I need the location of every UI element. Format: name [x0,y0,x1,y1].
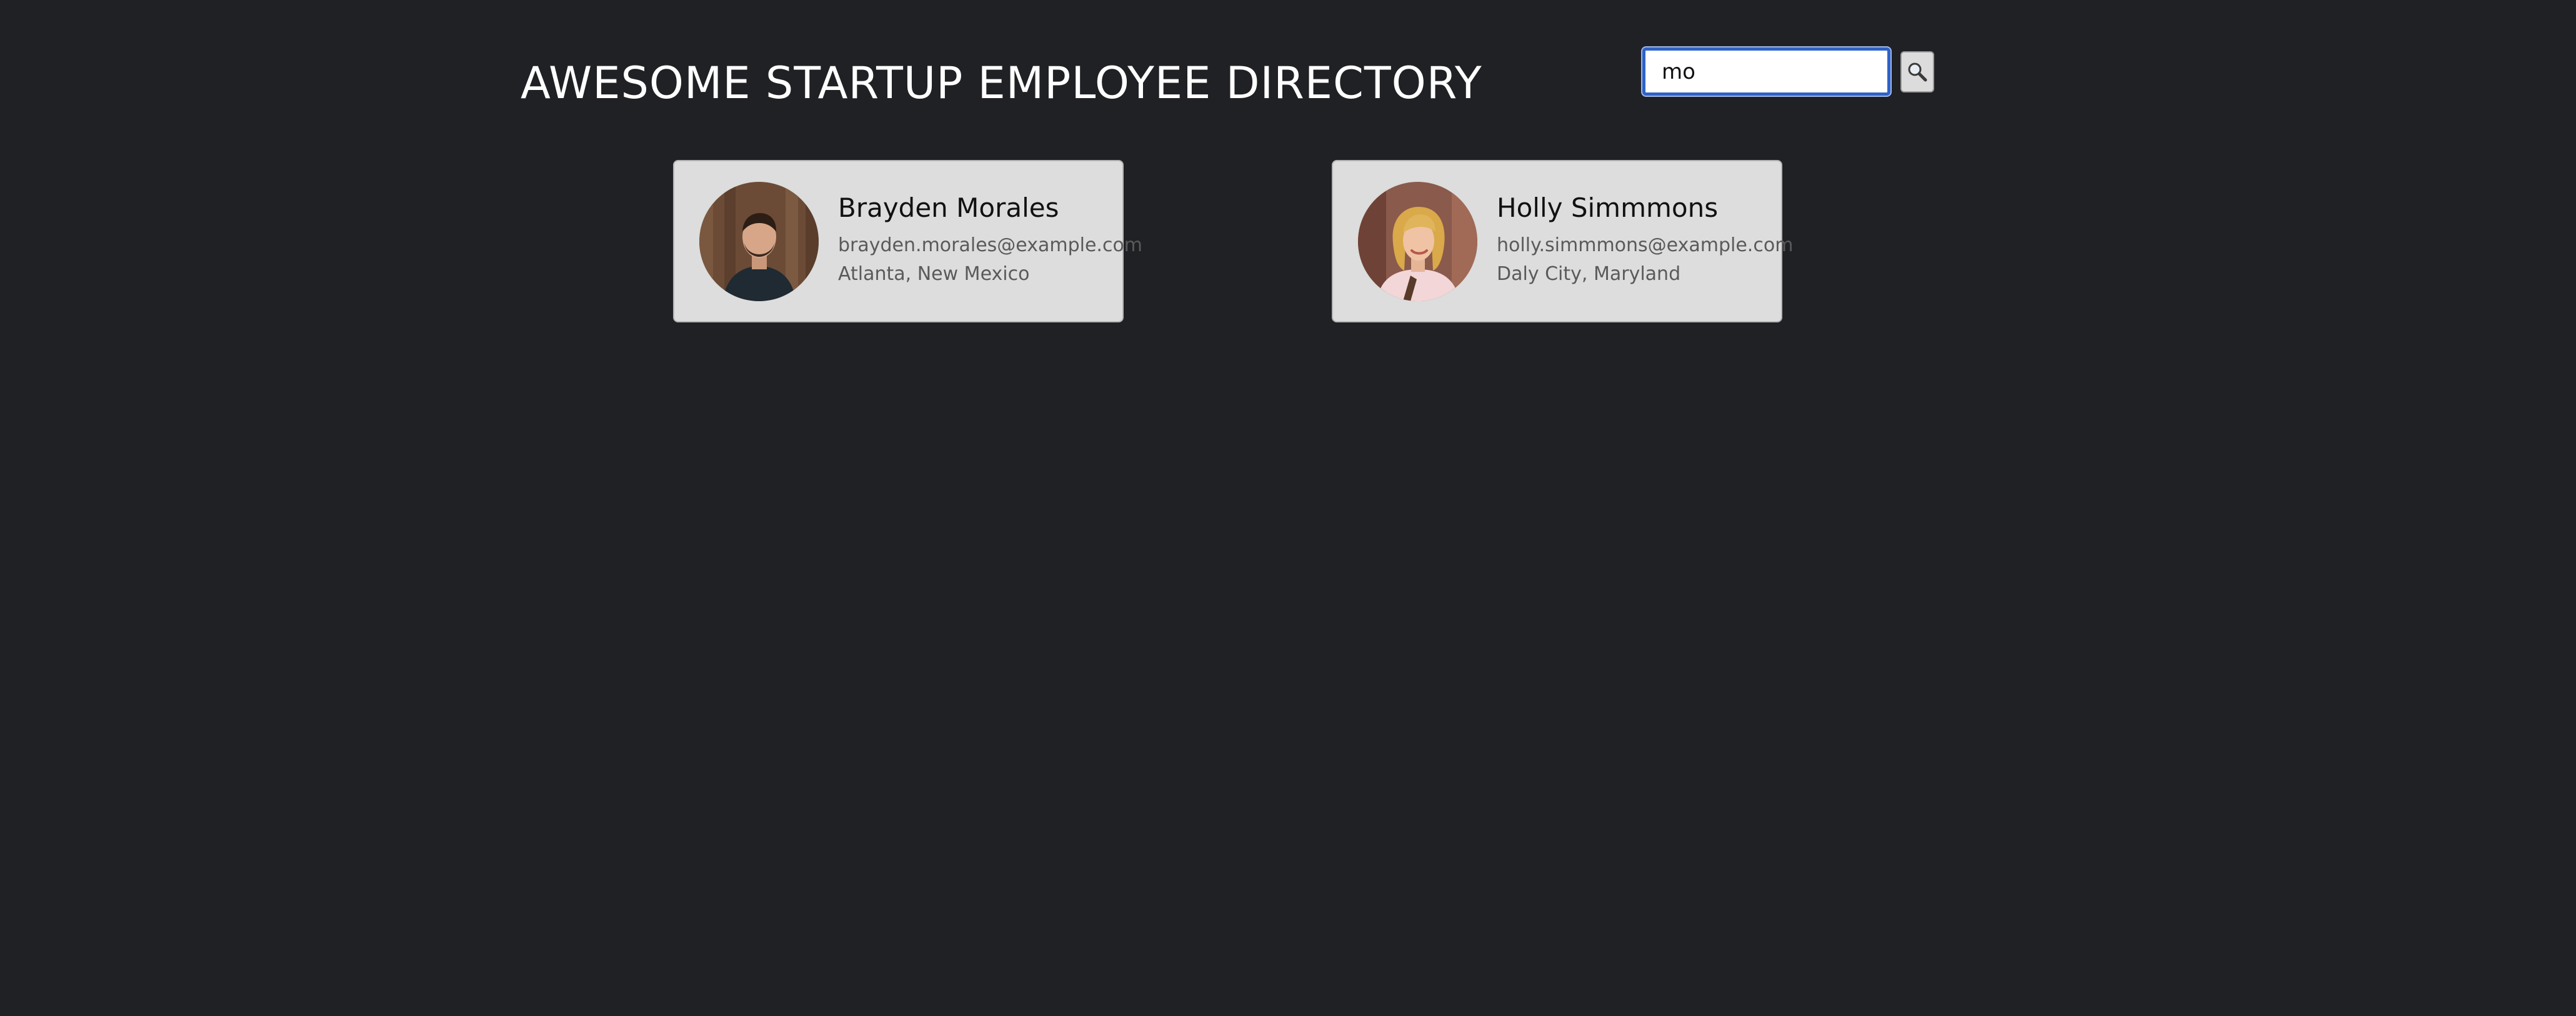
page-title: AWESOME STARTUP EMPLOYEE DIRECTORY [521,57,1482,109]
employee-location: Daly City, Maryland [1497,263,1681,286]
employee-card[interactable]: Brayden Morales brayden.morales@example.… [673,160,1142,322]
search-input[interactable] [1642,47,1890,96]
employee-name: Holly Simmmons [1497,192,1719,223]
avatar [1358,181,1477,301]
employee-card[interactable]: Holly Simmmons holly.simmmons@example.co… [1332,160,1793,322]
avatar [699,181,819,301]
employee-info: Holly Simmmons holly.simmmons@example.co… [1497,192,1794,289]
search-button[interactable] [1900,51,1934,92]
employee-name: Brayden Morales [838,192,1059,223]
employee-info: Brayden Morales brayden.morales@example.… [838,192,1143,289]
search-form [1642,47,1934,96]
employee-email: brayden.morales@example.com [838,234,1143,257]
magnifying-glass-icon [1908,62,1927,81]
employee-email: holly.simmmons@example.com [1497,234,1794,257]
employee-location: Atlanta, New Mexico [838,263,1030,286]
page: AWESOME STARTUP EMPLOYEE DIRECTORY mo Br… [0,0,2576,1016]
